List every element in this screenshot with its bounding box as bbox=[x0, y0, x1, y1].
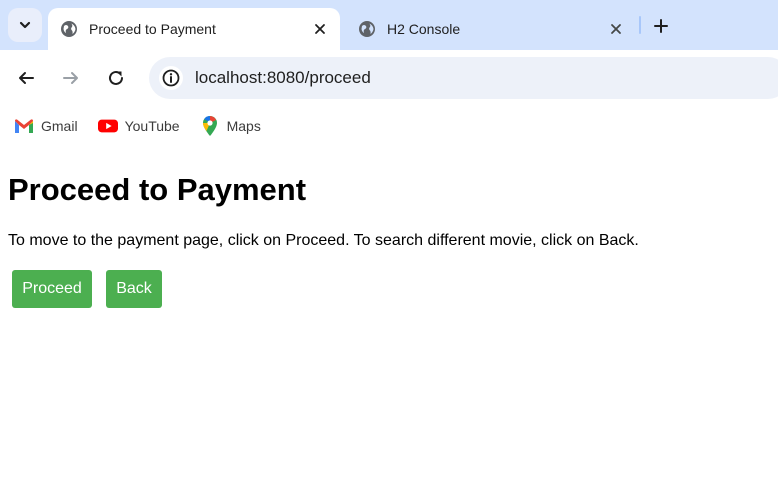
bookmark-youtube[interactable]: YouTube bbox=[92, 112, 186, 140]
bookmark-label: YouTube bbox=[124, 118, 180, 134]
globe-icon bbox=[358, 20, 376, 38]
plus-icon bbox=[654, 19, 668, 33]
tab-title: H2 Console bbox=[387, 21, 461, 37]
tab-proceed-to-payment[interactable]: Proceed to Payment bbox=[48, 8, 340, 50]
bookmark-maps[interactable]: Maps bbox=[194, 112, 267, 140]
site-info-icon[interactable] bbox=[159, 66, 183, 90]
chevron-down-icon bbox=[19, 21, 31, 29]
back-button[interactable]: Back bbox=[106, 270, 162, 308]
back-nav-button[interactable] bbox=[12, 64, 40, 92]
arrow-right-icon bbox=[63, 72, 78, 84]
close-tab-icon[interactable] bbox=[606, 19, 626, 39]
page-title: Proceed to Payment bbox=[8, 172, 307, 207]
close-tab-icon[interactable] bbox=[310, 19, 330, 39]
maps-icon bbox=[200, 115, 220, 136]
instructions-text: To move to the payment page, click on Pr… bbox=[8, 232, 639, 249]
reload-button[interactable] bbox=[102, 64, 130, 92]
youtube-icon bbox=[97, 116, 118, 136]
tab-search-button[interactable] bbox=[8, 8, 42, 42]
forward-nav-button[interactable] bbox=[57, 64, 85, 92]
tab-separator bbox=[639, 16, 641, 34]
reload-icon bbox=[109, 70, 123, 85]
bookmarks-bar: Gmail YouTube Maps bbox=[0, 106, 778, 146]
arrow-left-icon bbox=[19, 72, 34, 84]
bookmark-gmail[interactable]: Gmail bbox=[8, 112, 84, 140]
proceed-button[interactable]: Proceed bbox=[12, 270, 92, 308]
gmail-icon bbox=[14, 116, 34, 136]
page-content: Proceed to Payment To move to the paymen… bbox=[0, 146, 778, 502]
bookmark-label: Maps bbox=[226, 118, 261, 134]
address-bar[interactable]: localhost:8080/proceed bbox=[149, 57, 778, 99]
url-text: localhost:8080/proceed bbox=[195, 68, 371, 87]
tab-strip: Proceed to Payment H2 Console bbox=[0, 0, 778, 50]
new-tab-button[interactable] bbox=[648, 13, 674, 39]
bookmark-label: Gmail bbox=[41, 118, 78, 134]
tab-title: Proceed to Payment bbox=[89, 21, 216, 37]
tab-h2-console[interactable]: H2 Console bbox=[346, 8, 636, 50]
browser-toolbar: localhost:8080/proceed bbox=[0, 50, 778, 106]
globe-icon bbox=[60, 20, 78, 38]
